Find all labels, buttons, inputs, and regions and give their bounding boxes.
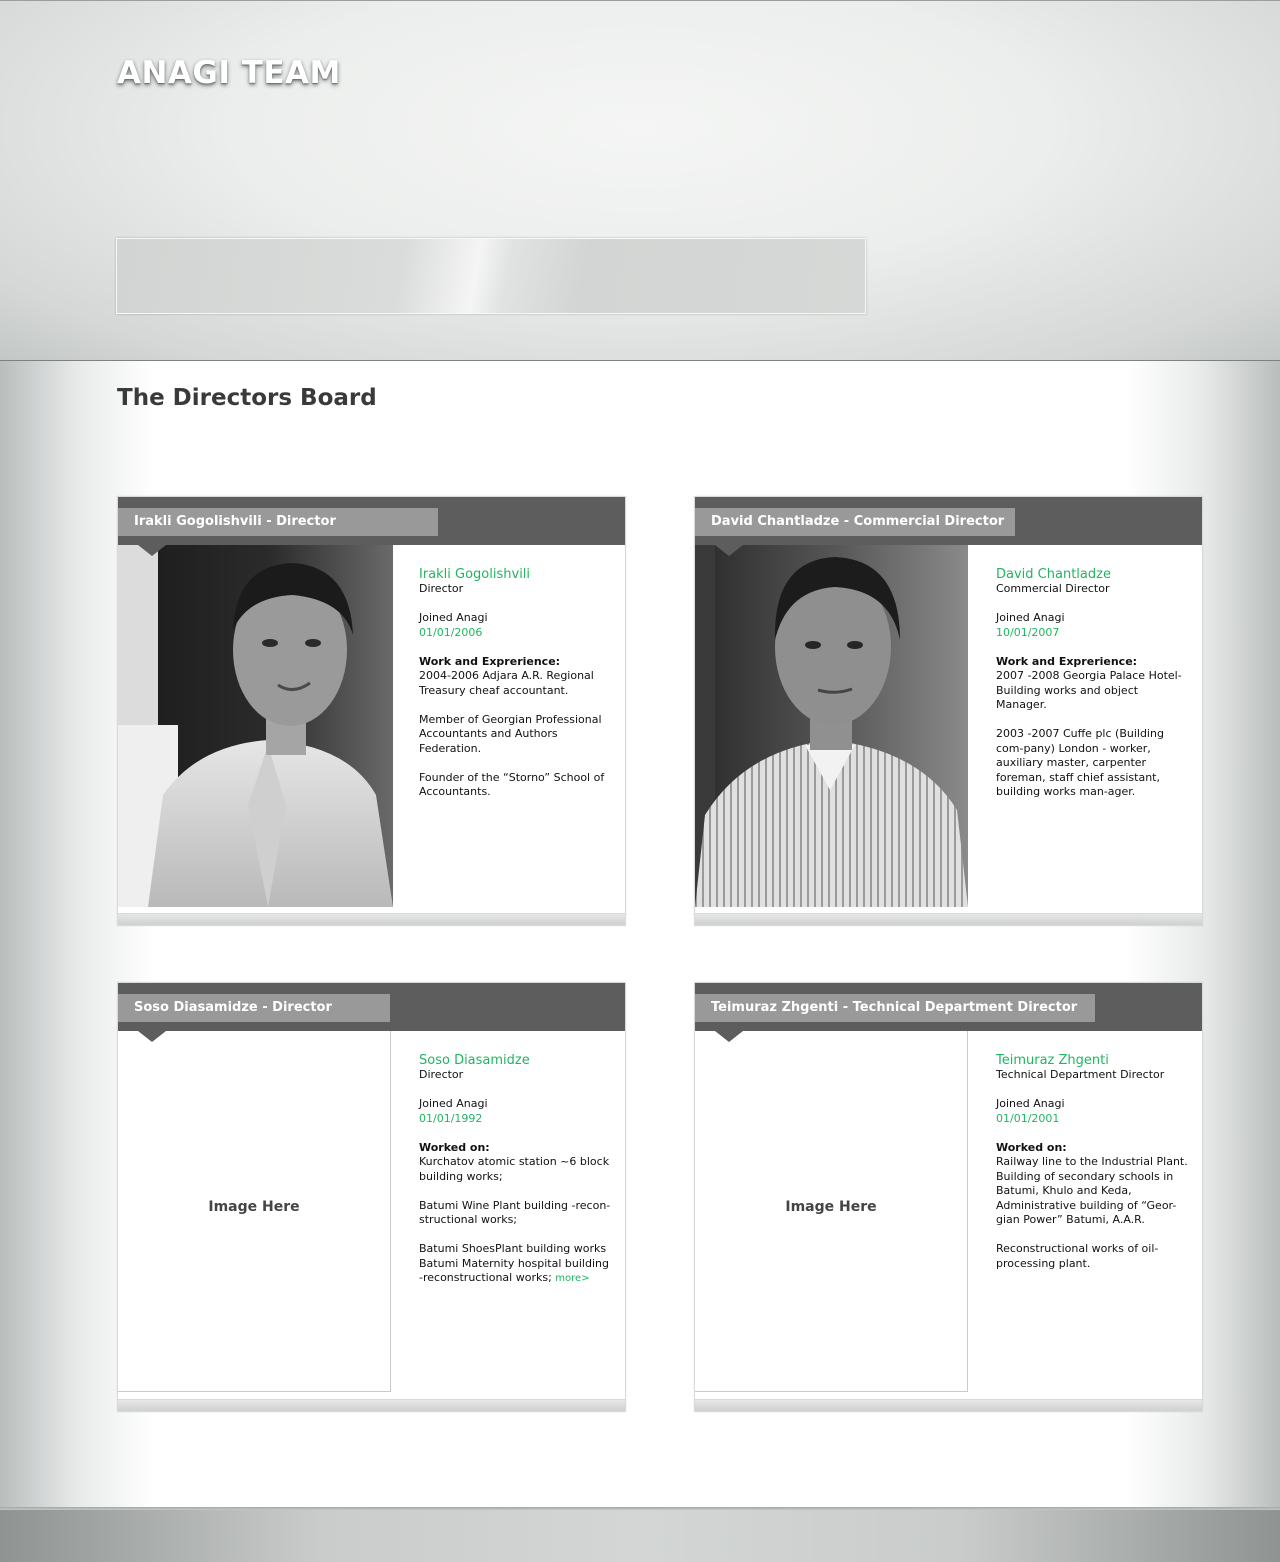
experience-text: 2007 -2008 Georgia Palace Hotel-Building… xyxy=(996,669,1182,711)
more-link[interactable]: more> xyxy=(555,1273,589,1284)
director-role: Commercial Director xyxy=(996,582,1110,595)
photo-placeholder: Image Here xyxy=(695,1031,968,1392)
director-role: Director xyxy=(419,1068,464,1081)
joined-date: 10/01/2007 xyxy=(996,625,1060,639)
card-title: David Chantladze - Commercial Director xyxy=(695,508,1015,536)
experience-label: Work and Exprerience: xyxy=(996,654,1138,668)
joined-label: Joined Anagi xyxy=(996,611,1065,624)
director-name: Soso Diasamidze xyxy=(419,1053,530,1068)
site-title[interactable]: ANAGI TEAM xyxy=(117,55,341,91)
director-photo xyxy=(695,545,968,907)
experience-text: Kurchatov atomic station ~6 block buildi… xyxy=(419,1155,610,1183)
header-banner xyxy=(116,238,866,314)
experience-text: Member of Georgian Professional Accounta… xyxy=(419,712,602,755)
director-info: Teimuraz Zhgenti Technical Department Di… xyxy=(996,1053,1191,1271)
joined-label: Joined Anagi xyxy=(419,1097,488,1110)
director-role: Technical Department Director xyxy=(996,1068,1165,1081)
page-footer xyxy=(0,1507,1280,1562)
director-card: David Chantladze - Commercial Director D… xyxy=(694,496,1203,926)
card-title: Teimuraz Zhgenti - Technical Department … xyxy=(695,994,1095,1022)
portrait-photo xyxy=(118,545,393,907)
card-notch xyxy=(715,545,743,556)
experience-label: Worked on: xyxy=(419,1140,490,1154)
director-card: Teimuraz Zhgenti - Technical Department … xyxy=(694,982,1203,1412)
portrait-photo xyxy=(695,545,968,907)
director-card: Soso Diasamidze - Director Image Here So… xyxy=(117,982,626,1412)
photo-placeholder: Image Here xyxy=(118,1031,391,1392)
experience-text: Reconstructional works of oil-processing… xyxy=(996,1242,1159,1270)
joined-date: 01/01/1992 xyxy=(419,1111,483,1125)
card-footer xyxy=(695,913,1202,925)
experience-text: 2003 -2007 Cuffe plc (Building com-pany)… xyxy=(996,727,1164,798)
director-info: Irakli Gogolishvili Director Joined Anag… xyxy=(419,567,614,800)
card-footer xyxy=(118,1399,625,1411)
card-title: Soso Diasamidze - Director xyxy=(118,994,390,1022)
card-footer xyxy=(695,1399,1202,1411)
card-footer xyxy=(118,913,625,925)
director-photo xyxy=(118,545,393,907)
experience-text: Batumi ShoesPlant building works Batumi … xyxy=(419,1242,614,1287)
joined-date: 01/01/2001 xyxy=(996,1111,1060,1125)
card-notch xyxy=(138,545,166,556)
site-header: ANAGI TEAM xyxy=(0,0,1280,361)
director-name: Teimuraz Zhgenti xyxy=(996,1053,1109,1068)
joined-date: 01/01/2006 xyxy=(419,625,483,639)
joined-label: Joined Anagi xyxy=(419,611,488,624)
experience-label: Worked on: xyxy=(996,1140,1067,1154)
joined-label: Joined Anagi xyxy=(996,1097,1065,1110)
experience-text: Railway line to the Industrial Plant. Bu… xyxy=(996,1155,1188,1226)
director-info: Soso Diasamidze Director Joined Anagi 01… xyxy=(419,1053,614,1287)
experience-label: Work and Exprerience: xyxy=(419,654,561,668)
director-info: David Chantladze Commercial Director Joi… xyxy=(996,567,1191,800)
experience-text: Founder of the “Storno” School of Accoun… xyxy=(419,770,605,799)
card-notch xyxy=(715,1031,743,1042)
experience-text: 2004-2006 Adjara A.R. Regional Treasury … xyxy=(419,669,594,697)
director-card: Irakli Gogolishvili - Director Irakli Go… xyxy=(117,496,626,926)
director-role: Director xyxy=(419,582,464,595)
placeholder-text: Image Here xyxy=(208,1199,300,1215)
card-notch xyxy=(138,1031,166,1042)
director-name: David Chantladze xyxy=(996,567,1111,582)
placeholder-text: Image Here xyxy=(785,1199,877,1215)
section-title: The Directors Board xyxy=(117,385,377,411)
card-title: Irakli Gogolishvili - Director xyxy=(118,508,438,536)
experience-text: Batumi Wine Plant building -recon-struct… xyxy=(419,1198,611,1227)
director-name: Irakli Gogolishvili xyxy=(419,567,531,582)
